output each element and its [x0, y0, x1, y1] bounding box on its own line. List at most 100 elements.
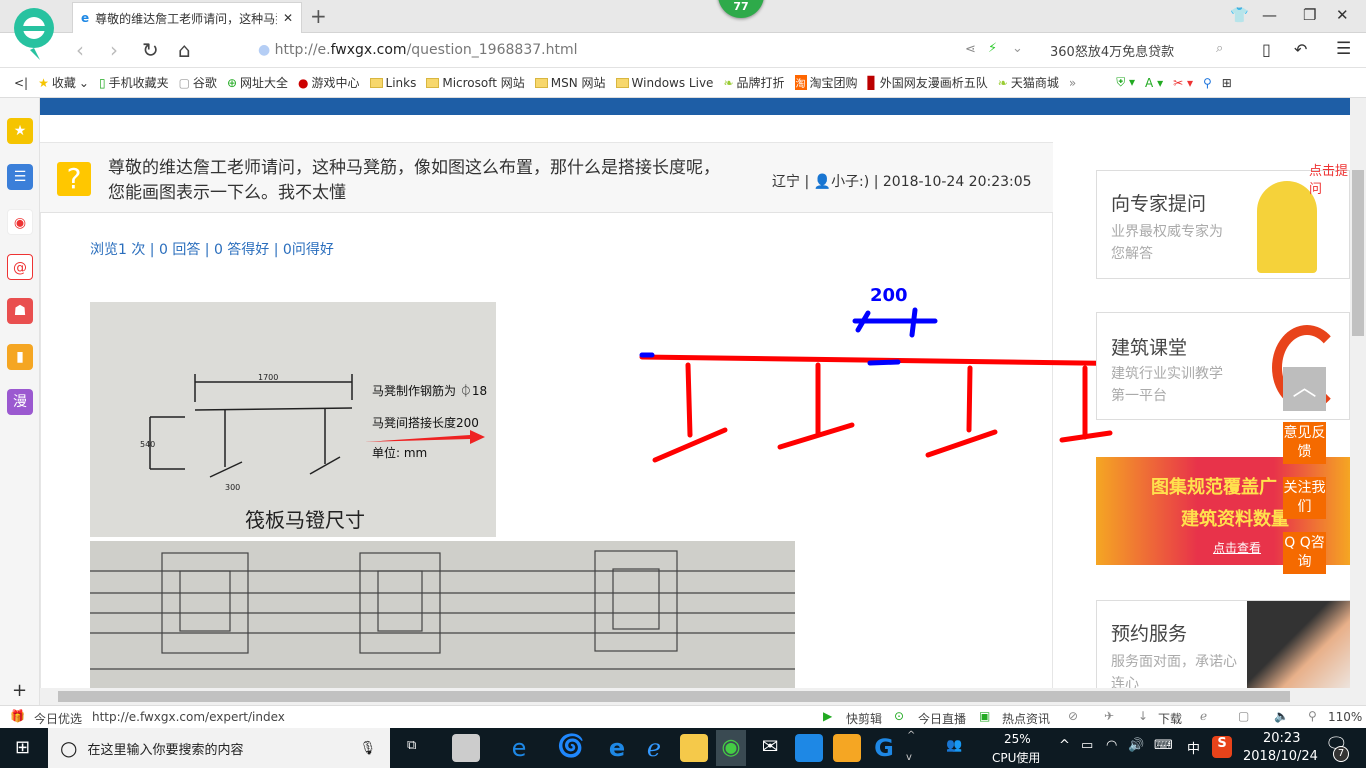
- windows-start-icon[interactable]: ⊞: [15, 737, 30, 758]
- bookmark-brand[interactable]: ❧ 品牌打折: [723, 74, 784, 91]
- status-download[interactable]: 下载: [1158, 710, 1182, 727]
- question-photo-plan[interactable]: [90, 541, 795, 688]
- tab-active[interactable]: e 尊敬的维达詹工老师请问，这种马凳筋 ✕: [72, 2, 302, 33]
- status-live[interactable]: 今日直播: [918, 710, 966, 727]
- back-icon[interactable]: ‹: [76, 38, 84, 62]
- weibo-icon[interactable]: ◉: [7, 209, 33, 235]
- gift-icon[interactable]: 🎁: [10, 709, 25, 723]
- sogou-icon[interactable]: S: [1212, 736, 1232, 758]
- star-icon[interactable]: ★: [7, 118, 33, 144]
- status-clip[interactable]: 快剪辑: [846, 710, 882, 727]
- game-icon[interactable]: ☗: [7, 298, 33, 324]
- close-icon[interactable]: ✕: [283, 11, 293, 25]
- bookmark-msn[interactable]: MSN 网站: [534, 74, 606, 91]
- maximize-button[interactable]: ❐: [1303, 6, 1316, 24]
- bookmark-sites[interactable]: ⊕ 网址大全: [227, 74, 288, 91]
- feedback-button[interactable]: 意见反馈: [1283, 422, 1326, 464]
- bookmark-taobao[interactable]: 淘淘宝团购: [794, 74, 858, 91]
- 360-browser-icon[interactable]: ◉: [716, 730, 746, 766]
- clock-date[interactable]: 2018/10/24: [1243, 749, 1318, 764]
- more-bookmarks-button[interactable]: »: [1069, 76, 1076, 90]
- book-icon[interactable]: ▮: [7, 344, 33, 370]
- bookmark-windows-live[interactable]: Windows Live: [615, 76, 713, 90]
- add-sidebar-button[interactable]: +: [12, 680, 27, 701]
- taskbar-search[interactable]: ○ 在这里输入你要搜索的内容 🎙: [48, 728, 390, 768]
- speaker-icon[interactable]: 🔊: [1128, 738, 1144, 753]
- share-icon[interactable]: ⋖: [965, 42, 976, 57]
- ie-browser-icon[interactable]: e: [505, 734, 533, 762]
- banner-link[interactable]: 点击查看: [1213, 539, 1261, 556]
- app-blue-icon[interactable]: [795, 734, 823, 762]
- menu-icon[interactable]: ☰: [1336, 39, 1351, 59]
- app-swirl-icon[interactable]: 🌀: [557, 734, 585, 762]
- scroll-down-icon[interactable]: v: [906, 752, 912, 763]
- apps-icon[interactable]: ⊞: [1222, 76, 1232, 90]
- file-explorer-icon[interactable]: [680, 734, 708, 762]
- internet-explorer-icon[interactable]: ℯ: [640, 734, 668, 762]
- ask-expert-card[interactable]: 向专家提问 业界最权威专家为您解答 点击提问: [1096, 164, 1350, 279]
- bookmark-tmall[interactable]: ❧ 天猫商城: [998, 74, 1059, 91]
- home-icon[interactable]: ⌂: [178, 38, 191, 62]
- window-icon[interactable]: ▢: [1238, 709, 1249, 723]
- bookmark-comics[interactable]: ▊ 外国网友漫画析五队: [868, 74, 988, 91]
- app-g-icon[interactable]: G: [870, 734, 898, 762]
- new-tab-button[interactable]: +: [310, 4, 327, 28]
- shield-icon[interactable]: ⛨ ▾: [1116, 75, 1135, 90]
- mail-app-icon[interactable]: ✉: [756, 734, 784, 762]
- vertical-scroll-thumb[interactable]: [1352, 170, 1364, 336]
- task-view-icon[interactable]: ⧉: [407, 738, 416, 753]
- ime-indicator[interactable]: 中: [1187, 738, 1200, 757]
- collapse-icon[interactable]: <|: [14, 76, 28, 90]
- minimize-button[interactable]: —: [1262, 6, 1277, 24]
- speed-icon[interactable]: ⊘: [1068, 709, 1078, 723]
- horizontal-scroll-thumb[interactable]: [58, 691, 1290, 702]
- bookmark-mobile[interactable]: ▯ 手机收藏夹: [99, 74, 169, 91]
- mobile-icon[interactable]: ▯: [1262, 40, 1271, 59]
- edge-icon[interactable]: e: [603, 734, 631, 762]
- zoom-level[interactable]: 110%: [1328, 710, 1362, 724]
- bookmark-links[interactable]: Links: [369, 76, 416, 90]
- browser-logo[interactable]: [10, 6, 58, 60]
- volume-icon[interactable]: 🔈: [1274, 709, 1289, 723]
- app-fan-icon[interactable]: [452, 734, 480, 762]
- clock-time[interactable]: 20:23: [1263, 731, 1300, 746]
- bookmark-microsoft[interactable]: Microsoft 网站: [426, 74, 525, 91]
- search-icon[interactable]: ⌕: [1216, 41, 1223, 56]
- people-icon[interactable]: 👥: [946, 738, 962, 753]
- comic-icon[interactable]: 漫: [7, 389, 33, 415]
- scissors-icon[interactable]: ✂ ▾: [1173, 76, 1193, 90]
- undo-icon[interactable]: ↶: [1294, 40, 1307, 59]
- qq-consult-button[interactable]: Q Q咨询: [1283, 532, 1326, 574]
- search-suggestion[interactable]: 360怒放4万免息贷款: [1050, 41, 1174, 60]
- appointment-card[interactable]: 预约服务 服务面对面，承诺心连心: [1096, 600, 1350, 688]
- bookmark-games[interactable]: ● 游戏中心: [298, 74, 360, 91]
- list-icon[interactable]: ☰: [7, 164, 33, 190]
- microphone-icon[interactable]: 🎙: [359, 741, 376, 756]
- search-key-icon[interactable]: ⚲: [1203, 76, 1212, 90]
- battery-icon[interactable]: ▭: [1081, 738, 1093, 753]
- url-input[interactable]: ● http://e.fwxgx.com/question_1968837.ht…: [258, 42, 577, 58]
- status-news[interactable]: 热点资讯: [1002, 710, 1050, 727]
- tray-expand-icon[interactable]: ^: [1059, 738, 1070, 753]
- mail-icon[interactable]: @: [7, 254, 33, 280]
- close-window-button[interactable]: ✕: [1336, 6, 1349, 24]
- bookmark-google[interactable]: ▢ 谷歌: [179, 74, 217, 91]
- today-picks[interactable]: 今日优选: [34, 710, 82, 727]
- username[interactable]: 小子:): [831, 174, 869, 190]
- notes-app-icon[interactable]: [833, 734, 861, 762]
- skin-icon[interactable]: 👕: [1230, 6, 1249, 24]
- back-to-top-button[interactable]: ︿: [1283, 367, 1326, 411]
- chevron-down-icon[interactable]: ⌄: [1012, 41, 1023, 56]
- ie-icon[interactable]: ℯ: [1200, 709, 1207, 723]
- follow-us-button[interactable]: 关注我们: [1283, 477, 1326, 519]
- bookmark-favorites[interactable]: ★ 收藏 ⌄: [38, 74, 89, 91]
- lightning-icon[interactable]: ⚡: [988, 41, 997, 56]
- rocket-icon[interactable]: ✈: [1104, 709, 1114, 723]
- keyboard-icon[interactable]: ⌨: [1154, 738, 1173, 753]
- wifi-icon[interactable]: ◠: [1106, 738, 1117, 753]
- question-photo-drawing[interactable]: 1700 540 300 马凳制作钢筋为 ⏀18 马凳间搭接长度200 单位: …: [90, 302, 496, 537]
- reload-icon[interactable]: ↻: [142, 38, 159, 62]
- scroll-up-icon[interactable]: ^: [907, 730, 915, 741]
- forward-icon[interactable]: ›: [110, 38, 118, 62]
- translate-icon[interactable]: A ▾: [1145, 76, 1163, 90]
